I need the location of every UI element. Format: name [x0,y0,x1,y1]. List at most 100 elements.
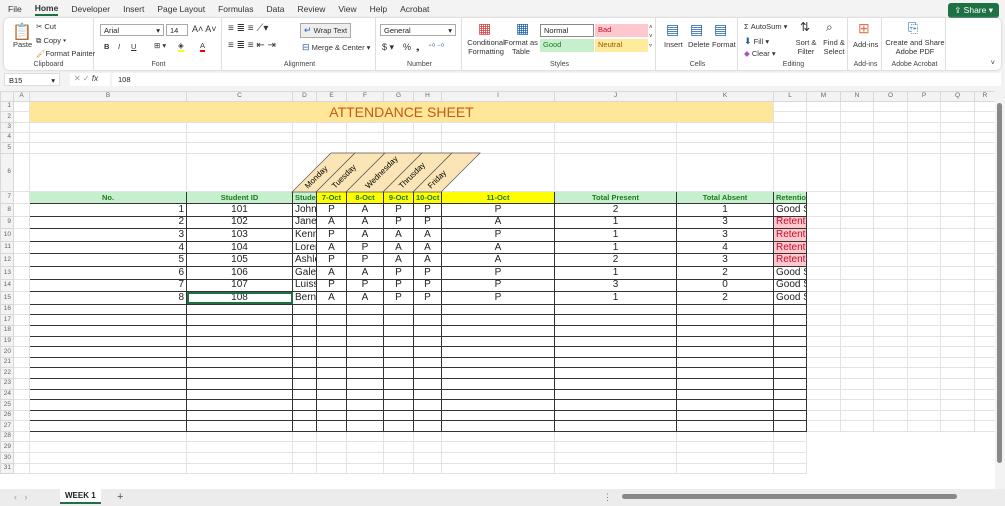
cell[interactable] [907,132,941,143]
empty-cell[interactable] [29,388,187,401]
cell[interactable] [840,153,874,192]
empty-cell[interactable] [346,335,384,348]
empty-cell[interactable] [676,367,774,379]
empty-cell[interactable] [186,356,293,369]
empty-cell[interactable] [773,399,807,411]
cell[interactable] [940,203,975,217]
cell[interactable] [974,240,996,255]
student-name[interactable]: Kenny [292,228,317,242]
cell[interactable] [383,122,414,133]
cell[interactable] [413,142,442,154]
cell[interactable] [806,278,841,293]
cell[interactable] [13,420,30,432]
cell[interactable] [907,409,941,422]
empty-cell[interactable] [346,399,384,411]
empty-cell[interactable] [676,324,774,337]
cell[interactable] [316,441,347,454]
cell[interactable] [806,111,841,123]
cell[interactable] [940,420,975,432]
cell[interactable] [840,203,874,217]
cell[interactable] [873,420,908,432]
add-sheet-icon[interactable]: + [117,491,123,503]
cell[interactable] [13,253,30,267]
cell[interactable] [873,441,908,454]
cell[interactable] [907,420,941,432]
cell[interactable] [907,367,941,379]
day-2[interactable]: A [346,291,384,305]
empty-cell[interactable] [554,388,677,401]
retention-status[interactable]: Good Standing [773,291,807,305]
day-3[interactable]: P [383,203,414,217]
total-present[interactable]: 2 [554,203,677,217]
cell[interactable] [441,452,555,464]
day-5[interactable]: P [441,291,555,305]
cell[interactable] [907,253,941,267]
empty-cell[interactable] [186,367,293,379]
student-id[interactable]: 106 [186,265,293,280]
empty-cell[interactable] [413,420,442,432]
cell[interactable] [383,452,414,464]
empty-cell[interactable] [29,367,187,379]
cell[interactable] [292,462,317,475]
cell[interactable] [974,314,996,326]
cell[interactable] [806,420,841,432]
empty-cell[interactable] [29,335,187,348]
cell[interactable] [383,132,414,143]
cell[interactable] [186,441,293,454]
empty-cell[interactable] [676,388,774,401]
empty-cell[interactable] [773,324,807,337]
empty-cell[interactable] [346,420,384,432]
cell[interactable] [13,303,30,316]
empty-cell[interactable] [441,303,555,316]
bold-button[interactable]: B [104,42,109,51]
row-header-16[interactable]: 16 [0,303,14,316]
empty-cell[interactable] [383,303,414,316]
column-header-K[interactable]: K [676,91,774,102]
cell[interactable] [940,253,975,267]
day-4[interactable]: P [413,291,442,305]
cell[interactable] [13,430,30,443]
cell[interactable] [940,462,975,475]
empty-cell[interactable] [413,409,442,422]
retention-status[interactable]: Retention [773,215,807,230]
underline-button[interactable]: U [131,42,136,51]
empty-cell[interactable] [316,399,347,411]
empty-cell[interactable] [29,356,187,369]
styles-scroll[interactable]: ˄ ˅ ▿ [649,24,653,51]
cell[interactable] [413,441,442,454]
cell[interactable] [940,142,975,154]
day-4[interactable]: A [413,240,442,255]
cell[interactable] [346,132,384,143]
empty-cell[interactable] [316,367,347,379]
empty-cell[interactable] [676,420,774,432]
cell[interactable] [806,142,841,154]
cell[interactable] [554,441,677,454]
cell[interactable] [907,303,941,316]
cell[interactable] [940,441,975,454]
cell[interactable] [13,122,30,133]
empty-cell[interactable] [316,409,347,422]
cell[interactable] [554,132,677,143]
menu-tab-data[interactable]: Data [267,4,285,14]
cell[interactable] [13,356,30,369]
cell[interactable] [13,240,30,255]
cell[interactable] [806,265,841,280]
empty-cell[interactable] [554,399,677,411]
empty-cell[interactable] [383,335,414,348]
currency-button[interactable]: $ ▾ [382,42,394,53]
cell[interactable] [346,452,384,464]
row-header-18[interactable]: 18 [0,324,14,337]
menu-tab-insert[interactable]: Insert [123,4,144,14]
cell[interactable] [773,452,807,464]
cell[interactable] [806,346,841,358]
cell[interactable] [873,324,908,337]
cell[interactable] [974,111,996,123]
cell[interactable] [873,122,908,133]
empty-cell[interactable] [383,324,414,337]
cell[interactable] [13,132,30,143]
cell[interactable] [441,430,555,443]
cell[interactable] [974,388,996,401]
menu-tab-view[interactable]: View [338,4,356,14]
empty-cell[interactable] [441,399,555,411]
empty-cell[interactable] [554,335,677,348]
